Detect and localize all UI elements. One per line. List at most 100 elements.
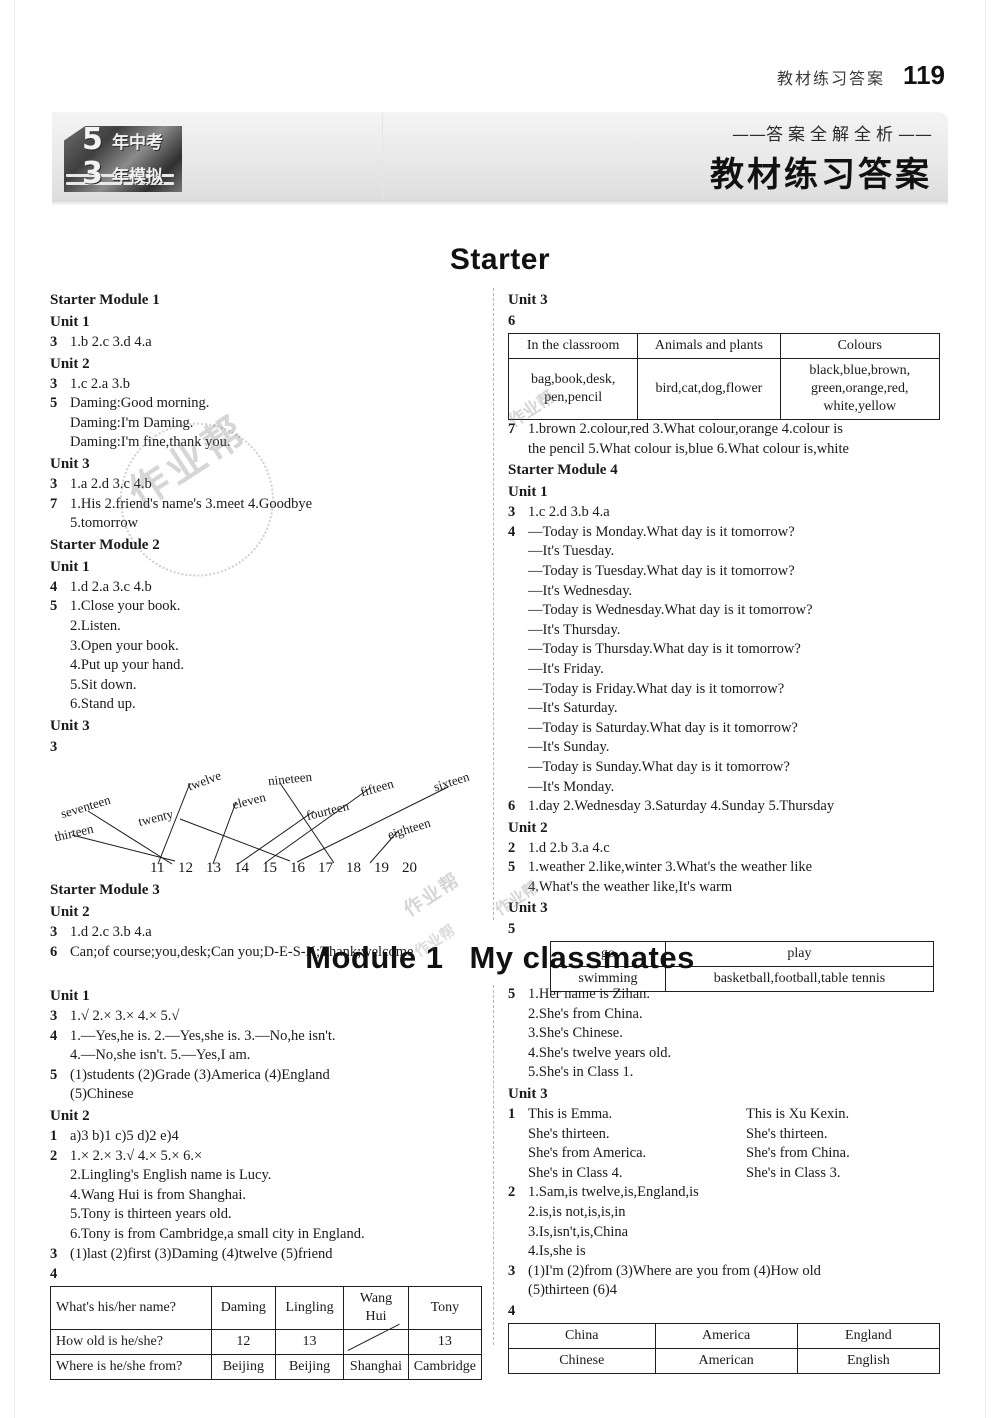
- answer-row: 4 1.—Yes,he is. 2.—Yes,she is. 3.—No,he i…: [50, 1027, 482, 1047]
- table-cell: Chinese: [508, 1347, 656, 1374]
- running-head-title: 教材练习答案: [777, 69, 886, 88]
- table-row: In the classroom Animals and plants Colo…: [507, 333, 941, 359]
- paired-description-row: She's from America. She's from China.: [528, 1144, 940, 1164]
- answer-row: 5 Daming:Good morning.: [50, 394, 482, 414]
- exercise-number: 3: [50, 475, 58, 492]
- answer-text: 1.c 2.d 3.b 4.a: [528, 504, 610, 521]
- answer-text: 1.b 2.c 3.d 4.a: [70, 334, 152, 350]
- answer-text: (5)Chinese: [70, 1086, 134, 1103]
- right-column-top: Unit 3 6 In the classroom Animals and pl…: [507, 289, 941, 993]
- answer-text: a)3 b)1 c)5 d)2 e)4: [70, 1127, 179, 1144]
- exercise-number: 3: [50, 375, 58, 392]
- heading-starter-module-2: Starter Module 2: [50, 536, 160, 553]
- answer-row: 5.She's in Class 1.: [508, 1063, 940, 1083]
- answer-text: 1.Sam,is twelve,is,England,is: [528, 1184, 699, 1201]
- table-cell: Shanghai: [343, 1354, 409, 1381]
- description-left: This is Emma.: [528, 1105, 613, 1122]
- answer-row: 3 1.c 2.a 3.b: [50, 375, 482, 395]
- number-item: 15: [262, 860, 277, 877]
- answer-row: 4.She's twelve years old.: [508, 1044, 940, 1064]
- answer-text: 4.Is,she is: [528, 1243, 586, 1260]
- exercise-number: 5: [50, 598, 58, 615]
- answer-text: —It's Tuesday.: [528, 543, 615, 560]
- page-edge-left: [14, 0, 15, 1418]
- exercise-number: 2: [508, 1184, 516, 1201]
- table-cell: American: [654, 1347, 798, 1374]
- description-right: She's thirteen.: [746, 1125, 828, 1142]
- answer-row: 5 1.Close your book.: [50, 597, 482, 617]
- number-item: 20: [402, 860, 417, 877]
- answer-text: 4.Put up your hand.: [70, 657, 184, 674]
- exercise-number: 2: [508, 839, 516, 856]
- page-edge-right: [985, 0, 986, 1418]
- answer-row: 2.Lingling's English name is Lucy.: [50, 1166, 482, 1186]
- heading-sm3-unit-3: Unit 3: [508, 292, 548, 308]
- answer-row: 5 (1)students (2)Grade (3)America (4)Engl…: [50, 1066, 482, 1086]
- answer-text: 5.Tony is thirteen years old.: [70, 1206, 232, 1223]
- exercise-number: 3: [50, 334, 58, 350]
- answer-text: 6.Stand up.: [70, 696, 136, 713]
- answer-text: —It's Wednesday.: [528, 582, 633, 599]
- table-header-cell: America: [654, 1322, 798, 1349]
- heading-starter: Starter: [449, 243, 551, 276]
- answer-row: 3 1.a 2.d 3.c 4.b: [50, 475, 482, 495]
- answer-row: —Today is Wednesday.What day is it tomor…: [508, 601, 940, 621]
- answer-row: —It's Thursday.: [508, 621, 940, 641]
- answer-row: (5)Chinese: [50, 1085, 482, 1105]
- answer-text: This is Emma. This is Xu Kexin. She's th…: [528, 1105, 940, 1183]
- heading-sm4-unit-2: Unit 2: [508, 819, 548, 836]
- banner-seam: [382, 112, 383, 206]
- answer-text: 1.Her name is Zihan.: [528, 986, 651, 1002]
- answer-row: 3 1.c 2.d 3.b 4.a: [508, 503, 940, 523]
- answer-row: the pencil 5.What colour is,blue 6.What …: [508, 440, 940, 460]
- answer-text: —It's Monday.: [528, 778, 615, 795]
- banner-title: 教材练习答案: [710, 155, 932, 195]
- banner-subtitle: 答案全解全析: [766, 125, 898, 145]
- exercise-number: 5: [508, 921, 516, 938]
- answer-text: 2.Listen.: [70, 617, 121, 634]
- table-cell: Lingling: [274, 1286, 345, 1331]
- answer-row: 4.Put up your hand.: [50, 656, 482, 676]
- answer-text: 2.She's from China.: [528, 1005, 643, 1022]
- answer-row: 4.What's the weather like,It's warm: [508, 878, 940, 898]
- column-divider-bottom: [493, 985, 494, 1345]
- answer-row: —Today is Sunday.What day is it tomorrow…: [508, 758, 940, 778]
- answer-row: 7 1.His 2.friend's name's 3.meet 4.Goodby…: [50, 495, 482, 515]
- table-header-cell: Colours: [779, 333, 941, 359]
- answer-row: 4 1.d 2.a 3.c 4.b: [50, 578, 482, 598]
- heading-sm4-unit-1: Unit 1: [508, 484, 548, 501]
- answer-row: 7 1.brown 2.colour,red 3.What colour,oran…: [508, 420, 940, 440]
- answer-row: —Today is Saturday.What day is it tomorr…: [508, 719, 940, 739]
- answer-text: 1.—Yes,he is. 2.—Yes,she is. 3.—No,he is…: [70, 1027, 336, 1044]
- table-row-header: Where is he/she from?: [50, 1354, 212, 1381]
- answer-text: 1.weather 2.like,winter 3.What's the wea…: [528, 859, 813, 876]
- running-head: 教材练习答案 119: [777, 60, 945, 91]
- answer-text: Daming:Good morning.: [70, 395, 210, 412]
- answer-row: —It's Saturday.: [508, 699, 940, 719]
- exercise-number: 4: [50, 1027, 58, 1044]
- description-right: This is Xu Kexin.: [746, 1105, 850, 1122]
- description-right: She's in Class 3.: [746, 1164, 841, 1181]
- table-row: What's his/her name? Daming Lingling Wan…: [50, 1286, 483, 1331]
- answer-text: 2.is,is not,is,is,in: [528, 1203, 626, 1220]
- paired-description-row: She's in Class 4. She's in Class 3.: [528, 1164, 940, 1184]
- heading-sm2-unit-1: Unit 1: [50, 558, 90, 575]
- heading-sm3-unit-2: Unit 2: [50, 903, 90, 920]
- number-item: 12: [178, 860, 193, 877]
- answer-text: 4.—No,she isn't. 5.—Yes,I am.: [70, 1047, 251, 1064]
- answer-text: 3.She's Chinese.: [528, 1025, 623, 1042]
- table-cell-struck-through: [343, 1329, 409, 1356]
- answer-row: 3 1.b 2.c 3.d 4.a: [50, 333, 482, 353]
- answer-text: Daming:I'm fine,thank you.: [70, 434, 231, 451]
- answer-row: 3.Is,isn't,is,China: [508, 1223, 940, 1243]
- description-left: She's from America.: [528, 1145, 647, 1162]
- answer-text: 4.What's the weather like,It's warm: [528, 878, 733, 895]
- number-item: 13: [206, 860, 221, 877]
- exercise-number: 6: [508, 798, 516, 815]
- answer-text: —Today is Wednesday.What day is it tomor…: [528, 602, 813, 619]
- answer-text: —It's Thursday.: [528, 621, 621, 638]
- table-cell: Beijing: [210, 1354, 276, 1381]
- answer-text: 1.Close your book.: [70, 598, 181, 615]
- classroom-category-table: In the classroom Animals and plants Colo…: [507, 333, 941, 420]
- answer-row: 2.is,is not,is,is,in: [508, 1203, 940, 1223]
